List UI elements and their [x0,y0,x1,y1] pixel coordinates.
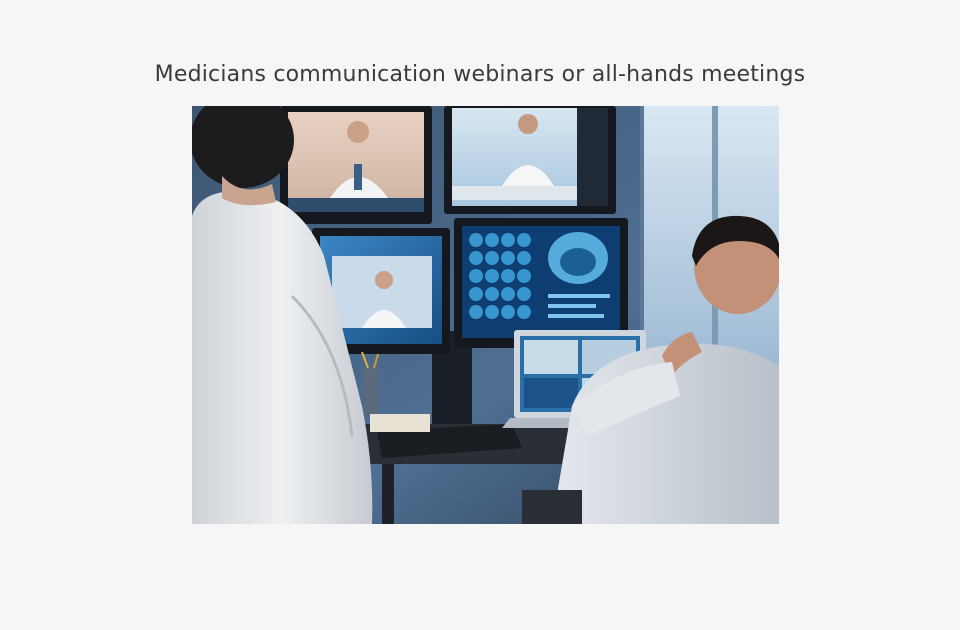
monitor-top-right [444,106,616,214]
monitor-brain-scans [454,218,628,348]
monitor-top-left [280,106,432,224]
medical-teleconference-photo [192,106,779,524]
page-caption: Medicians communication webinars or all-… [154,62,806,87]
